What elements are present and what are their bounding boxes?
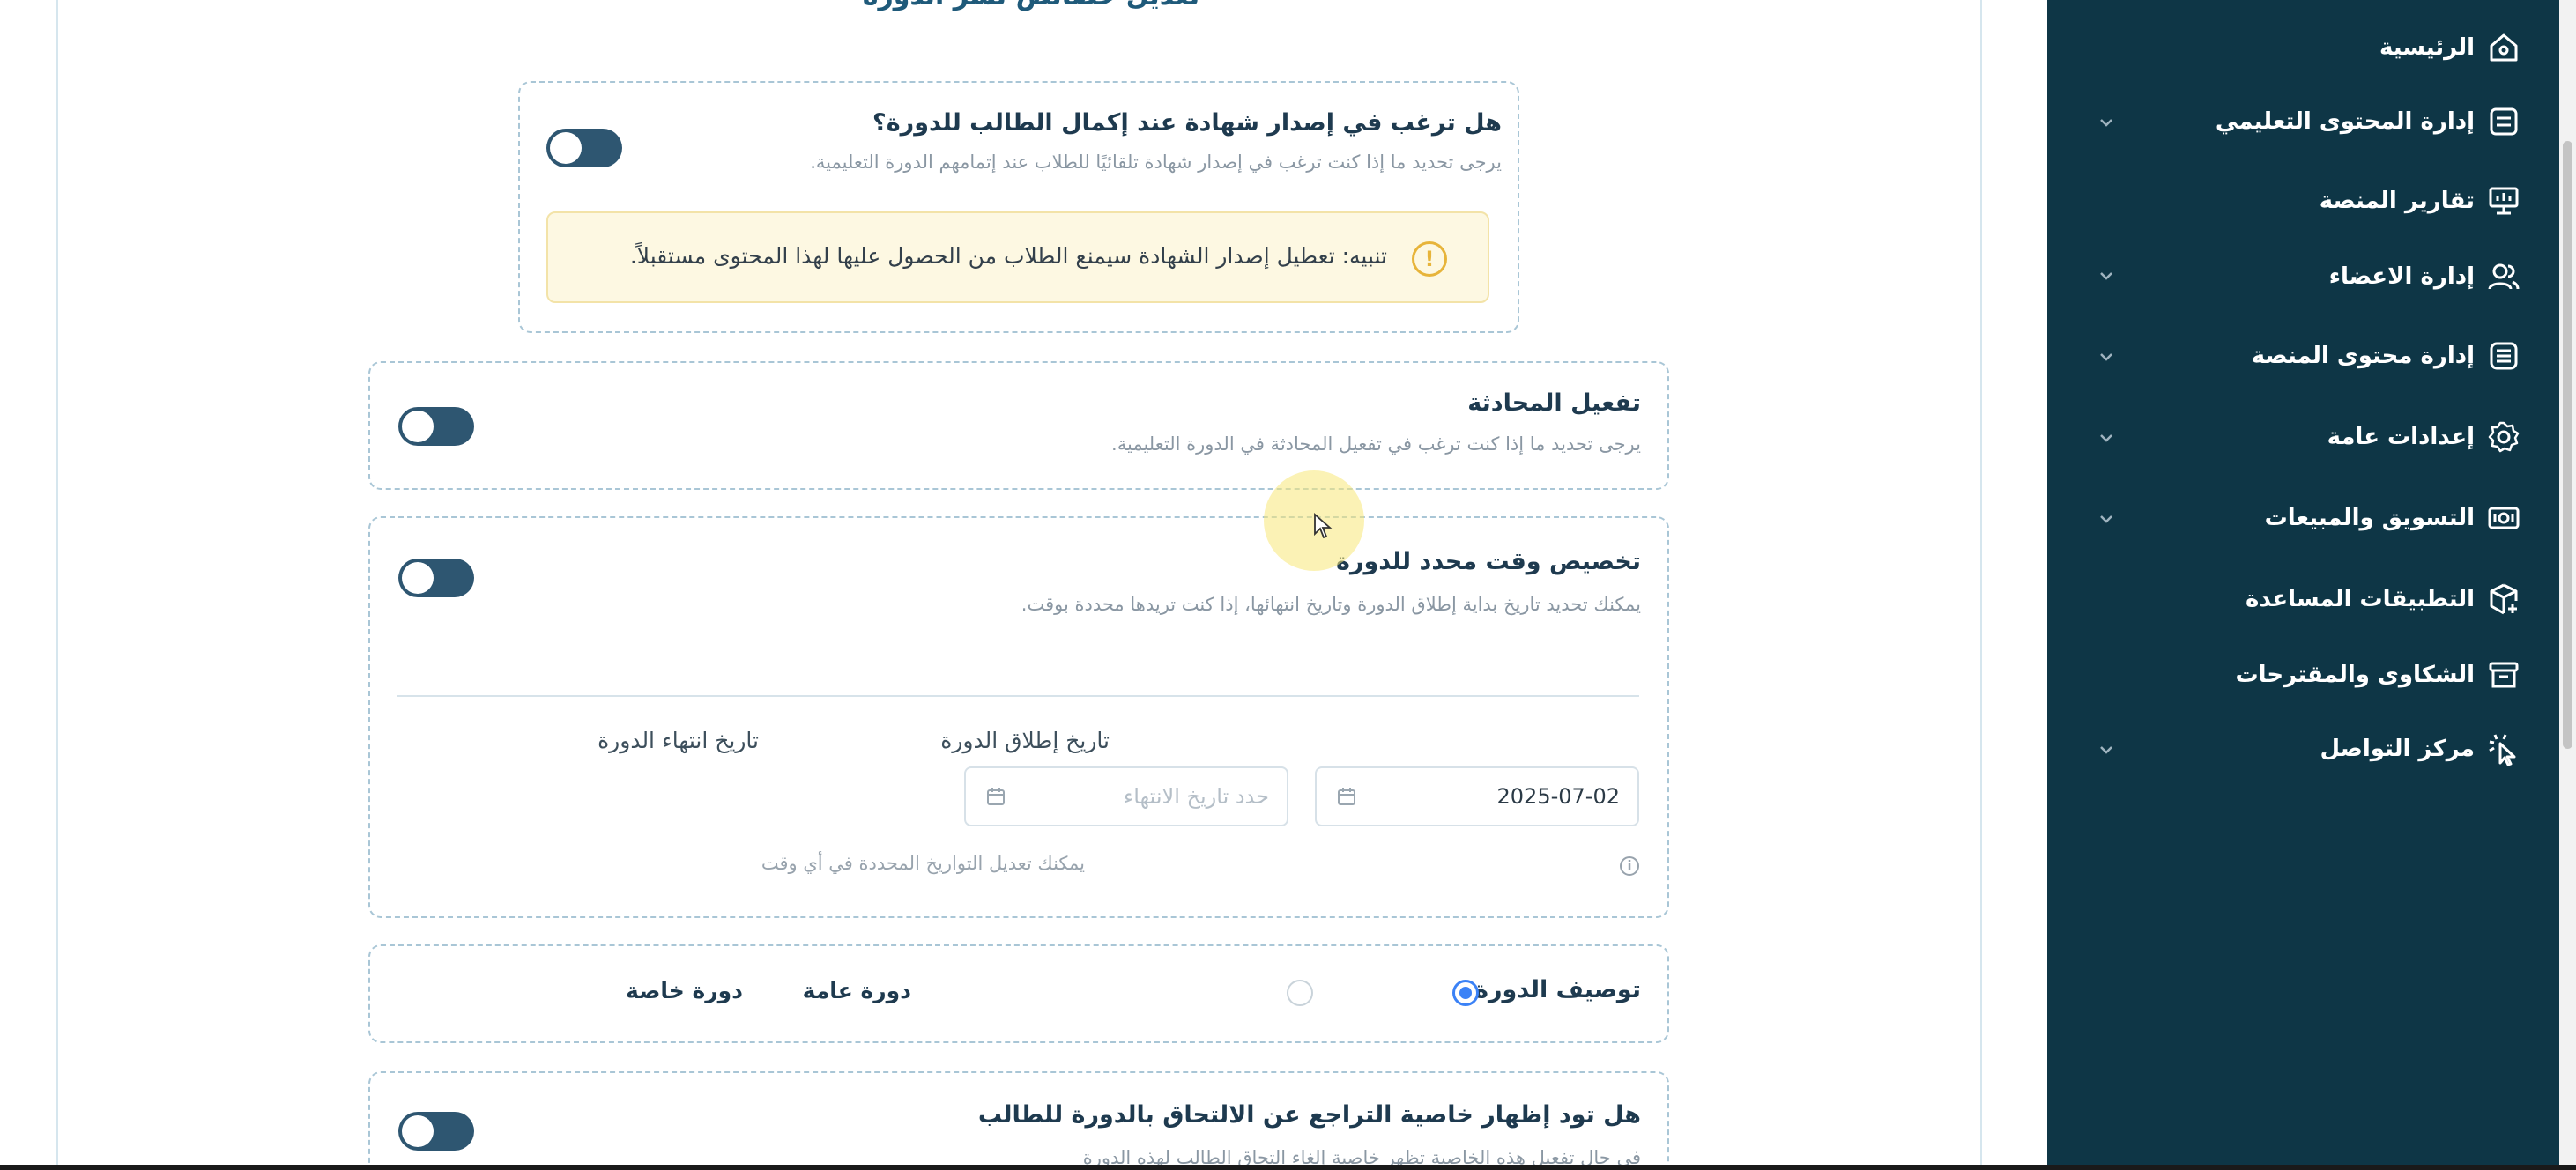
- sidebar-item-complaints[interactable]: الشكاوى والمقترحات: [2236, 652, 2524, 698]
- gear-icon: [2483, 417, 2524, 457]
- certificate-title: هل ترغب في إصدار شهادة عند إكمال الطالب …: [872, 109, 1502, 137]
- presentation-icon: [2483, 181, 2524, 221]
- toggle-knob: [550, 132, 582, 164]
- schedule-title: تخصيص وقت محدد للدورة: [1336, 548, 1641, 575]
- chevron-down-icon[interactable]: [2097, 266, 2116, 285]
- sidebar-item-label: التطبيقات المساعدة: [2246, 586, 2475, 612]
- sidebar-item-general-settings[interactable]: إعدادات عامة: [2327, 414, 2524, 460]
- certificate-toggle[interactable]: [546, 129, 622, 167]
- schedule-toggle[interactable]: [398, 559, 474, 597]
- toggle-knob: [402, 562, 434, 594]
- schedule-description: يمكنك تحديد تاريخ بداية إطلاق الدورة وتا…: [1021, 594, 1641, 615]
- toggle-knob: [402, 411, 434, 442]
- chevron-down-icon[interactable]: [2097, 113, 2116, 132]
- end-date-input[interactable]: حدد تاريخ الانتهاء: [964, 766, 1288, 826]
- sidebar-item-contact-center[interactable]: مركز التواصل: [2320, 726, 2524, 772]
- radio-dot: [1459, 987, 1472, 999]
- radio-private-course[interactable]: [1287, 980, 1313, 1006]
- withdraw-card: هل تود إظهار خاصية التراجع عن الالتحاق ب…: [368, 1071, 1669, 1170]
- sidebar-item-marketing-sales[interactable]: التسويق والمبيعات: [2265, 495, 2524, 541]
- chevron-down-icon[interactable]: [2097, 509, 2116, 529]
- end-date-label: تاريخ انتهاء الدورة: [598, 728, 759, 753]
- content-icon: [2483, 101, 2524, 142]
- sidebar-item-label: إدارة الاعضاء: [2328, 263, 2475, 290]
- withdraw-title: هل تود إظهار خاصية التراجع عن الالتحاق ب…: [977, 1101, 1641, 1129]
- withdraw-toggle[interactable]: [398, 1112, 474, 1151]
- sidebar-item-home[interactable]: الرئيسية: [2379, 25, 2524, 70]
- calendar-icon: [1338, 788, 1355, 805]
- public-course-label[interactable]: دورة عامة: [803, 978, 911, 1003]
- warning-text: تنبيه: تعطيل إصدار الشهادة سيمنع الطلاب …: [629, 243, 1387, 269]
- sidebar-item-label: إدارة المحتوى التعليمي: [2215, 108, 2475, 135]
- chevron-down-icon[interactable]: [2097, 347, 2116, 367]
- sidebar-item-label: تقارير المنصة: [2319, 188, 2475, 214]
- start-date-input[interactable]: 2025-07-02: [1315, 766, 1639, 826]
- chat-toggle[interactable]: [398, 407, 474, 446]
- chat-title: تفعيل المحادثة: [1467, 389, 1641, 417]
- warning-icon: !: [1412, 241, 1447, 277]
- sidebar-item-platform-reports[interactable]: تقارير المنصة: [2320, 178, 2524, 224]
- info-icon: i: [1620, 856, 1639, 876]
- calendar-icon: [987, 788, 1005, 805]
- money-icon: [2483, 498, 2524, 538]
- schedule-divider: [397, 695, 1639, 697]
- sidebar-item-label: الرئيسية: [2379, 34, 2475, 61]
- certificate-warning: ! تنبيه: تعطيل إصدار الشهادة سيمنع الطلا…: [546, 211, 1489, 303]
- box-plus-icon: [2483, 579, 2524, 619]
- start-date-value: 2025-07-02: [1496, 784, 1620, 809]
- scrollbar[interactable]: [2559, 0, 2576, 1170]
- toggle-knob: [402, 1115, 434, 1147]
- course-type-label: توصيف الدورة:: [1465, 976, 1641, 1003]
- sidebar-item-label: إدارة محتوى المنصة: [2251, 343, 2475, 369]
- mouse-pointer-icon: [1314, 513, 1333, 539]
- users-icon: [2483, 256, 2524, 297]
- pointer-click-icon: [2483, 729, 2524, 769]
- archive-icon: [2483, 655, 2524, 695]
- window-bottom-edge: [0, 1165, 2576, 1170]
- sidebar-item-platform-content[interactable]: إدارة محتوى المنصة: [2252, 333, 2524, 379]
- home-icon: [2483, 27, 2524, 68]
- page-title: تعديل خصائص نشر الدورة: [776, 0, 1287, 11]
- main-content: تعديل خصائص نشر الدورة هل ترغب في إصدار …: [0, 0, 2047, 1170]
- start-date-label: تاريخ إطلاق الدورة: [940, 728, 1110, 753]
- sidebar-item-helper-apps[interactable]: التطبيقات المساعدة: [2246, 576, 2524, 622]
- scrollbar-thumb[interactable]: [2563, 141, 2572, 749]
- chevron-down-icon[interactable]: [2097, 740, 2116, 759]
- sidebar-item-educational-content[interactable]: إدارة المحتوى التعليمي: [2216, 99, 2524, 144]
- chat-description: يرجى تحديد ما إذا كنت ترغب في تفعيل المح…: [1111, 433, 1641, 455]
- list-icon: [2483, 336, 2524, 376]
- certificate-description: يرجى تحديد ما إذا كنت ترغب في إصدار شهاد…: [810, 152, 1502, 173]
- private-course-label[interactable]: دورة خاصة: [626, 978, 743, 1003]
- chat-card: تفعيل المحادثة يرجى تحديد ما إذا كنت ترغ…: [368, 361, 1669, 490]
- radio-public-course[interactable]: [1452, 980, 1479, 1006]
- sidebar: الرئيسية إدارة المحتوى التعليمي تقارير ا…: [2047, 0, 2559, 1170]
- sidebar-item-label: الشكاوى والمقترحات: [2235, 662, 2475, 688]
- schedule-hint: يمكنك تعديل التواريخ المحددة في أي وقت: [761, 853, 1085, 874]
- chevron-down-icon[interactable]: [2097, 428, 2116, 448]
- sidebar-item-members[interactable]: إدارة الاعضاء: [2329, 254, 2524, 300]
- sidebar-item-label: إعدادات عامة: [2327, 424, 2475, 450]
- sidebar-item-label: التسويق والمبيعات: [2264, 505, 2475, 531]
- sidebar-item-label: مركز التواصل: [2320, 736, 2475, 762]
- end-date-placeholder: حدد تاريخ الانتهاء: [1123, 784, 1269, 809]
